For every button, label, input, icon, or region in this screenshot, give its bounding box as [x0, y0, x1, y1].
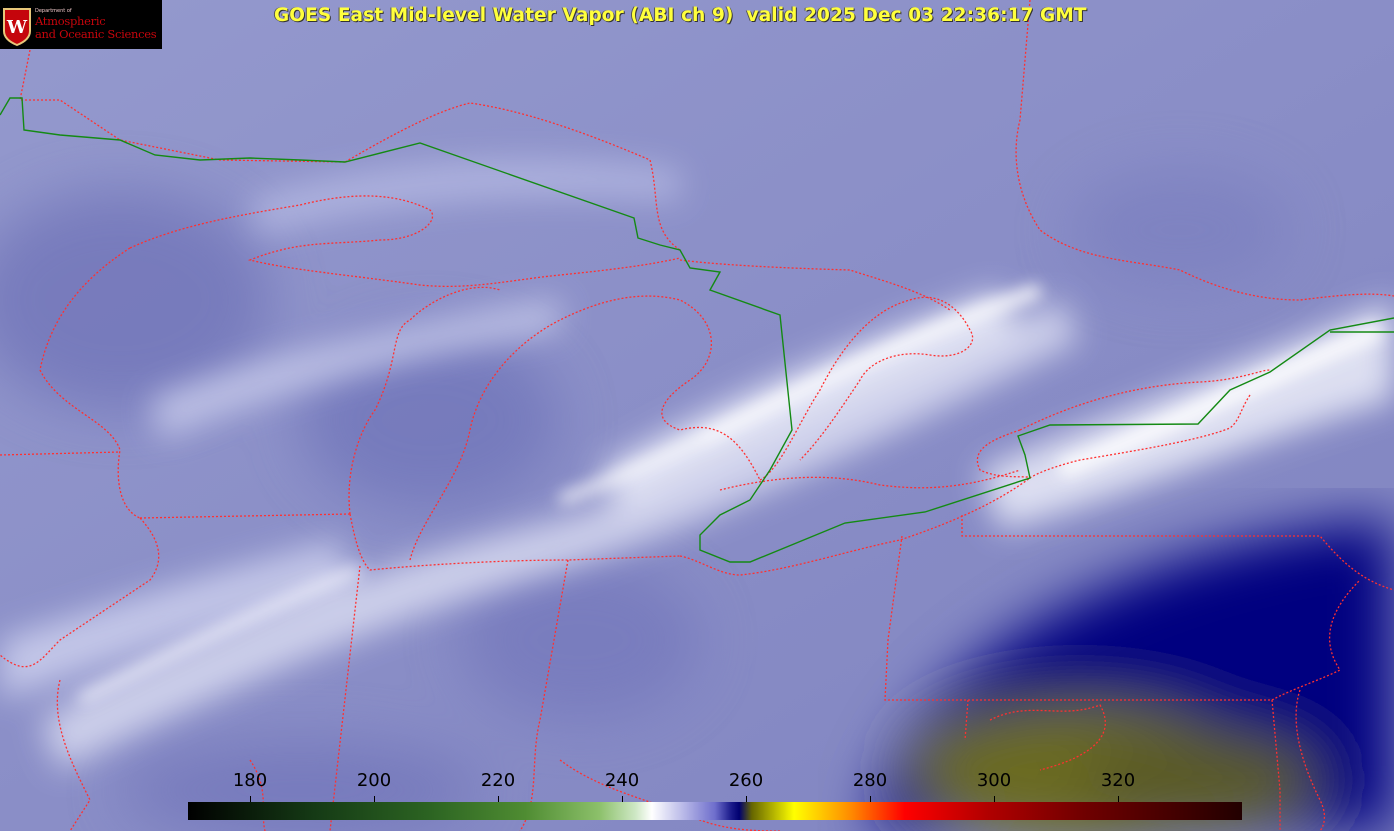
colorbar-tick-label: 220 — [480, 770, 516, 791]
colorbar-tick-mark — [746, 796, 747, 802]
colorbar-tick-mark — [250, 796, 251, 802]
colorbar-tick-label: 180 — [232, 770, 268, 791]
logo-text: Department of Atmospheric and Oceanic Sc… — [35, 8, 157, 41]
colorbar-tick-mark — [374, 796, 375, 802]
logo-line-2: and Oceanic Sciences — [35, 27, 157, 41]
image-title: GOES East Mid-level Water Vapor (ABI ch … — [274, 5, 1087, 26]
colorbar-tick-label: 260 — [728, 770, 764, 791]
colorbar-tick-mark — [498, 796, 499, 802]
colorbar-tick-label: 200 — [356, 770, 392, 791]
colorbar-tick-mark — [870, 796, 871, 802]
uw-crest-icon: W — [3, 7, 31, 46]
uw-aos-logo: W Department of Atmospheric and Oceanic … — [0, 0, 162, 49]
water-vapor-map — [0, 0, 1394, 831]
colorbar-tick-mark — [1118, 796, 1119, 802]
colorbar-tick-mark — [994, 796, 995, 802]
colorbar-tick-label: 240 — [604, 770, 640, 791]
colorbar-tick-mark — [622, 796, 623, 802]
colorbar-tick-label: 280 — [852, 770, 888, 791]
colorbar-tick-label: 320 — [1100, 770, 1136, 791]
svg-text:W: W — [6, 17, 28, 38]
colorbar-tick-label: 300 — [976, 770, 1012, 791]
colorbar — [188, 802, 1242, 820]
colorbar-legend: 180 200 220 240 260 280 300 320 — [188, 770, 1242, 820]
